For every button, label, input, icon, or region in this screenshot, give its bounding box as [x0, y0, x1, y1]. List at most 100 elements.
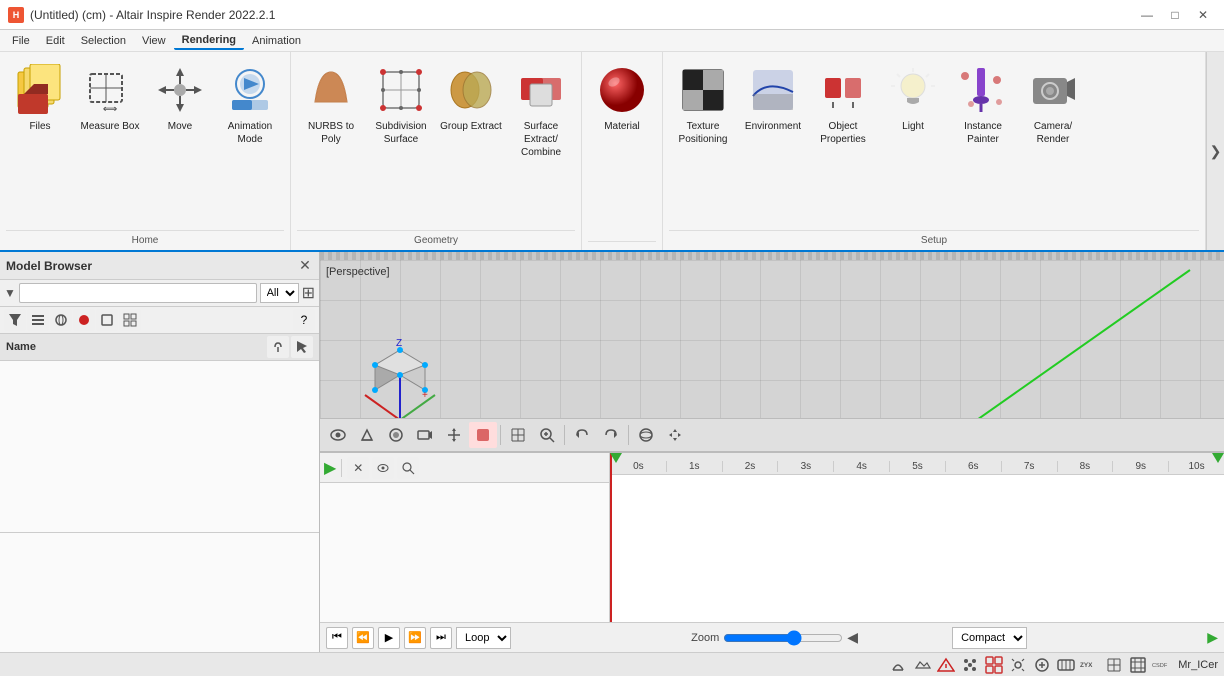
sidebar-tool-layers[interactable] [27, 309, 49, 331]
transport-step-back[interactable]: ⏪ [352, 627, 374, 649]
object-properties-icon [817, 64, 869, 116]
viewport-grid [320, 260, 1224, 418]
close-button[interactable]: ✕ [1190, 5, 1216, 25]
timeline-close-btn[interactable]: ✕ [347, 457, 369, 479]
sidebar-tool-red-circle[interactable] [73, 309, 95, 331]
svg-text:ZYX: ZYX [1080, 662, 1093, 669]
menu-selection[interactable]: Selection [73, 33, 134, 49]
sidebar-link-button[interactable] [267, 336, 289, 358]
timeline-content: 0s 1s 2s 3s 4s 5s 6s 7s 8s 9s 10s [610, 453, 1224, 622]
viewport-display-button[interactable] [382, 422, 410, 448]
object-properties-label: Object Properties [811, 120, 875, 146]
transport-skip-back[interactable]: ⏮ [326, 627, 348, 649]
status-icon-grid[interactable] [1104, 655, 1124, 675]
status-icon-1[interactable] [888, 655, 908, 675]
viewport-transform-button[interactable] [440, 422, 468, 448]
compact-select[interactable]: Compact [952, 627, 1027, 649]
texture-positioning-icon [677, 64, 729, 116]
light-icon [887, 64, 939, 116]
ribbon-btn-files[interactable]: Files [6, 60, 74, 190]
transport-play[interactable]: ▶ [378, 627, 400, 649]
ribbon-btn-subdivision-surface[interactable]: Subdivision Surface [367, 60, 435, 190]
ribbon-btn-animation-mode[interactable]: Animation Mode [216, 60, 284, 190]
sidebar-expand-icon[interactable]: ⊞ [302, 283, 315, 303]
status-icon-4[interactable] [960, 655, 980, 675]
timeline-search-btn[interactable] [397, 457, 419, 479]
ruler-6s: 6s [945, 461, 1001, 472]
timeline-eye-btn[interactable] [372, 457, 394, 479]
animation-mode-icon [224, 64, 276, 116]
menu-animation[interactable]: Animation [244, 33, 309, 49]
files-icon [14, 64, 66, 116]
status-icon-5[interactable] [984, 655, 1004, 675]
ribbon-btn-camera-render[interactable]: Camera/ Render [1019, 60, 1087, 190]
sidebar-filter-select[interactable]: All [260, 283, 299, 303]
move-icon [154, 64, 206, 116]
camera-render-label: Camera/ Render [1021, 120, 1085, 146]
timeline-right-arrow[interactable]: ▶ [1207, 629, 1218, 646]
model-browser: Model Browser ✕ ▼ All ⊞ [0, 252, 320, 652]
viewport-highlight-button[interactable] [469, 422, 497, 448]
maximize-button[interactable]: □ [1162, 5, 1188, 25]
transport-skip-forward[interactable]: ⏭ [430, 627, 452, 649]
viewport-zoom-button[interactable] [533, 422, 561, 448]
right-panel: [Perspective] Z [320, 252, 1224, 652]
ribbon-btn-group-extract[interactable]: Group Extract [437, 60, 505, 190]
instance-painter-icon [957, 64, 1009, 116]
status-icon-3[interactable] [936, 655, 956, 675]
status-icon-2[interactable] [912, 655, 932, 675]
files-label: Files [29, 120, 50, 133]
ribbon-btn-object-properties[interactable]: Object Properties [809, 60, 877, 190]
zoom-slider[interactable] [723, 630, 843, 646]
viewport-eye-button[interactable] [324, 422, 352, 448]
menu-view[interactable]: View [134, 33, 174, 49]
sidebar-filter-input[interactable] [19, 283, 257, 303]
subdivision-surface-icon [375, 64, 427, 116]
viewport-rotate-button[interactable] [568, 422, 596, 448]
viewport-orbit-button[interactable] [632, 422, 660, 448]
ruler-5s: 5s [889, 461, 945, 472]
status-icon-axes[interactable]: ZYX [1080, 655, 1100, 675]
status-icon-coord[interactable]: CSDF [1152, 655, 1172, 675]
viewport-camera-button[interactable] [411, 422, 439, 448]
sidebar-tool-help[interactable]: ? [293, 309, 315, 331]
app-title: (Untitled) (cm) - Altair Inspire Render … [30, 8, 275, 22]
zoom-arrow[interactable]: ◀ [847, 629, 858, 646]
status-bar: ZYX CSDF Mr_ICer [0, 652, 1224, 676]
viewport-pan-button[interactable] [661, 422, 689, 448]
status-icon-frame[interactable] [1128, 655, 1148, 675]
ribbon-btn-light[interactable]: Light [879, 60, 947, 190]
ruler-8s: 8s [1057, 461, 1113, 472]
ribbon-btn-nurbs-to-poly[interactable]: NURBS to Poly [297, 60, 365, 190]
sidebar-tool-sphere[interactable] [50, 309, 72, 331]
loop-select[interactable]: Loop [456, 627, 511, 649]
ribbon-btn-measure-box[interactable]: ⟺ Measure Box [76, 60, 144, 190]
timeline-sep [341, 459, 342, 477]
ribbon-btn-move[interactable]: Move [146, 60, 214, 190]
status-icon-7[interactable] [1032, 655, 1052, 675]
sidebar-close-button[interactable]: ✕ [297, 258, 313, 274]
status-icon-6[interactable] [1008, 655, 1028, 675]
sidebar-cursor-button[interactable] [291, 336, 313, 358]
status-icon-8[interactable] [1056, 655, 1076, 675]
timeline: ▶ ✕ [320, 452, 1224, 652]
viewport-canvas[interactable]: [Perspective] Z [320, 260, 1224, 418]
transport-step-forward[interactable]: ⏩ [404, 627, 426, 649]
menu-file[interactable]: File [4, 33, 38, 49]
ribbon-btn-texture-positioning[interactable]: Texture Positioning [669, 60, 737, 190]
menu-rendering[interactable]: Rendering [174, 32, 244, 50]
sidebar-tool-box[interactable] [96, 309, 118, 331]
timeline-track-rows [610, 475, 1224, 622]
viewport-grid-button[interactable] [504, 422, 532, 448]
sidebar-tool-filter[interactable] [4, 309, 26, 331]
ribbon-btn-instance-painter[interactable]: Instance Painter [949, 60, 1017, 190]
ribbon-btn-environment[interactable]: Environment [739, 60, 807, 190]
ribbon-btn-material[interactable]: Material [588, 60, 656, 190]
menu-edit[interactable]: Edit [38, 33, 73, 49]
viewport-perspective-button[interactable] [353, 422, 381, 448]
ribbon-btn-surface-extract[interactable]: Surface Extract/ Combine [507, 60, 575, 190]
ribbon-scroll-right[interactable]: ❯ [1206, 52, 1224, 250]
sidebar-tool-mesh[interactable] [119, 309, 141, 331]
minimize-button[interactable]: — [1134, 5, 1160, 25]
viewport-undo-rotate-button[interactable] [597, 422, 625, 448]
